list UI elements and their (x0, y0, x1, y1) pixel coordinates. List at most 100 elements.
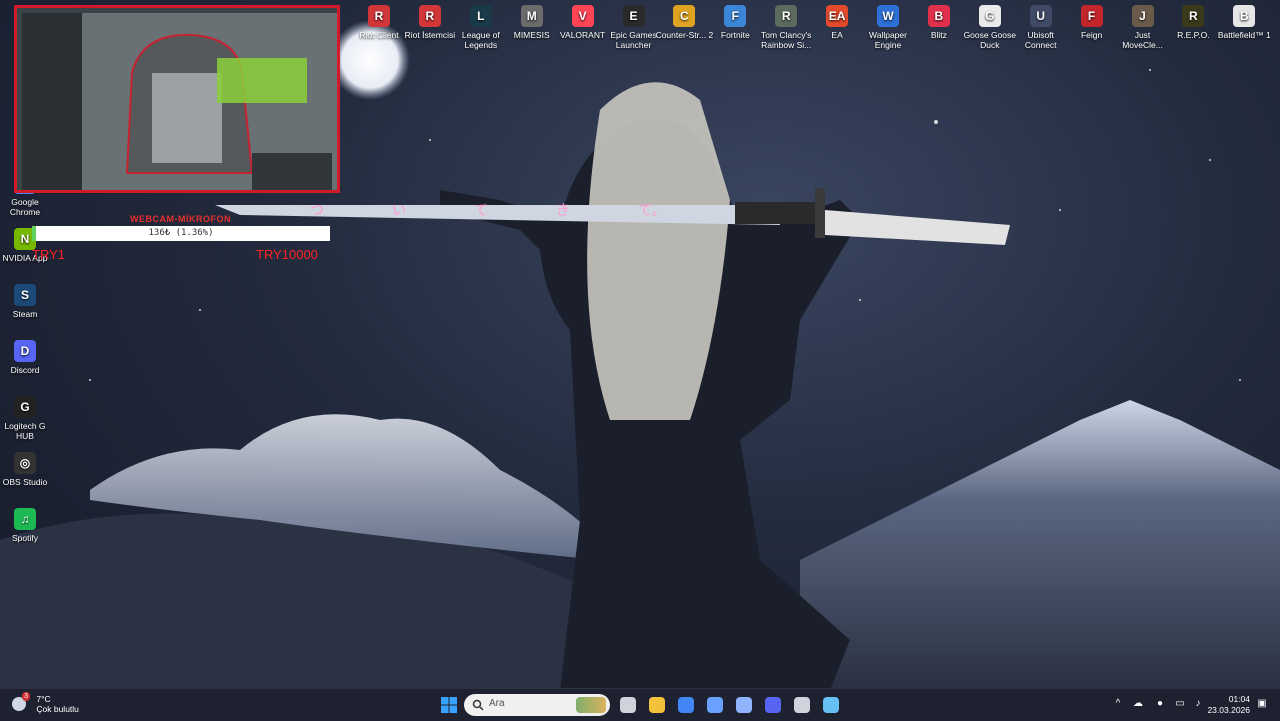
desktop-icon[interactable]: J Just MoveCle... (1114, 5, 1172, 50)
desktop-icon[interactable]: F Fortnite (706, 5, 764, 40)
desktop-icon-label: Ubisoft Connect (1024, 30, 1057, 50)
desktop-icon-label: Logitech G HUB (4, 421, 46, 441)
windows-icon (441, 697, 457, 713)
app-icon: U (1029, 5, 1052, 27)
desktop-icon-label: Battlefield™ 1 (1217, 30, 1271, 40)
desktop-icon[interactable]: G Goose Goose Duck (961, 5, 1019, 50)
taskbar-app-steam[interactable] (820, 694, 842, 716)
system-clock[interactable]: 01:04 23.03.2026 (1207, 694, 1250, 716)
donation-min-label: TRY1 (32, 247, 65, 262)
desktop-icon-label: Counter-Str... 2 (655, 30, 714, 40)
taskbar-app-task-view[interactable] (617, 694, 639, 716)
microphone-icon[interactable]: ● (1154, 698, 1166, 710)
volume-icon[interactable]: ♪ (1192, 698, 1204, 710)
desktop-icon-label: Wallpaper Engine (869, 30, 907, 50)
start-button[interactable] (438, 694, 460, 716)
donation-amount: 136₺ (1.36%) (148, 228, 214, 238)
desktop-icon[interactable]: R Riot İstemcisi (401, 5, 459, 40)
weather-desc: Çok bulutlu (36, 704, 79, 714)
desktop-icon[interactable]: C Counter-Str... 2 (655, 5, 713, 40)
app-icon: R (1182, 5, 1205, 27)
desktop-icon[interactable]: G Logitech G HUB (0, 396, 54, 441)
desktop-icon-label: Blitz (930, 30, 947, 40)
weather-badge: 3 (22, 692, 30, 701)
taskbar-app-discord[interactable] (762, 694, 784, 716)
desktop-icon[interactable]: S Steam (0, 284, 54, 319)
desktop-icon-label: Feign (1080, 30, 1103, 40)
desktop-icon-label: Discord (10, 365, 40, 375)
desktop-icon[interactable]: R R.E.P.O. (1164, 5, 1222, 40)
app-icon: L (469, 5, 492, 27)
app-icon: ◎ (14, 452, 36, 474)
clock-date: 23.03.2026 (1207, 705, 1250, 715)
app-icon: C (673, 5, 696, 27)
discord-icon (765, 697, 781, 713)
taskbar: 3 7°C Çok bulutlu Ara ^ ☁ ● ▭ ♪ 01:04 23… (0, 688, 1280, 721)
app-icon: R (368, 5, 390, 27)
desktop-icon-label: Riot Client (359, 30, 399, 40)
app-icon: R (418, 5, 441, 27)
taskbar-app-app-diamond[interactable] (704, 694, 726, 716)
desktop-icon[interactable]: B Battlefield™ 1 (1215, 5, 1273, 40)
app-icon: E (622, 5, 645, 27)
desktop-icon[interactable]: ◎ OBS Studio (0, 452, 54, 487)
app-icon: B (1233, 5, 1256, 27)
kana-char: て (474, 202, 488, 218)
taskbar-app-file-explorer[interactable] (646, 694, 668, 716)
onedrive-icon[interactable]: ☁ (1132, 698, 1144, 710)
weather-icon: 3 (12, 692, 30, 711)
taskbar-search[interactable]: Ara (464, 694, 610, 716)
kana-char: つ (310, 202, 324, 218)
desktop-icon-label: EA (831, 30, 843, 40)
desktop-icon[interactable]: EA EA (808, 5, 866, 40)
desktop-icon[interactable]: R Tom Clancy's Rainbow Si... (757, 5, 815, 50)
clock-time: 01:04 (1228, 694, 1250, 704)
desktop-icon-label: Just MoveCle... (1122, 30, 1163, 50)
app-icon: R (775, 5, 798, 27)
taskbar-app-obs[interactable] (791, 694, 813, 716)
app-icon: EA (826, 5, 849, 27)
desktop-icon-label: Fortnite (720, 30, 750, 40)
desktop-icon[interactable]: D Discord (0, 340, 54, 375)
desktop-icon-label: Steam (12, 309, 38, 319)
taskbar-app-chrome[interactable] (675, 694, 697, 716)
desktop-icon[interactable]: F Feign (1063, 5, 1121, 40)
desktop-icon-label: VALORANT (560, 30, 606, 40)
desktop-icon[interactable]: R Riot Client (350, 5, 408, 40)
desktop-icon[interactable]: L League of Legends (452, 5, 510, 50)
desktop-icon[interactable]: U Ubisoft Connect (1012, 5, 1070, 50)
app-icon: F (1080, 5, 1103, 27)
network-icon[interactable]: ▭ (1174, 698, 1186, 710)
app-icon: F (724, 5, 747, 27)
weather-widget[interactable]: 3 7°C Çok bulutlu (12, 692, 79, 714)
show-hidden-icons[interactable]: ^ (1112, 698, 1124, 710)
steam-icon (823, 697, 839, 713)
desktop-icon[interactable]: W Wallpaper Engine (859, 5, 917, 50)
search-highlight-icon (576, 697, 606, 713)
app-icon: ♫ (14, 508, 36, 530)
desktop-icon[interactable]: M MIMESIS (503, 5, 561, 40)
notification-icon[interactable]: ▣ (1256, 698, 1268, 710)
donation-progress-bar: 136₺ (1.36%) (32, 226, 330, 241)
desktop-icon[interactable]: B Blitz (910, 5, 968, 40)
desktop-icon-label: Tom Clancy's Rainbow Si... (761, 30, 812, 50)
taskbar-app-app-circles[interactable] (733, 694, 755, 716)
app-icon: G (14, 396, 36, 418)
app-diamond-icon (707, 697, 723, 713)
file-explorer-icon (649, 697, 665, 713)
desktop-icon[interactable]: V VALORANT (554, 5, 612, 40)
desktop-icon[interactable]: ♫ Spotify (0, 508, 54, 543)
search-icon (472, 699, 484, 711)
desktop-icon-label: OBS Studio (2, 477, 48, 487)
donation-max-label: TRY10000 (256, 247, 318, 262)
desktop-icon-label: Google Chrome (9, 197, 41, 217)
app-icon: M (520, 5, 543, 27)
kana-char: き (556, 202, 570, 218)
task-view-icon (620, 697, 636, 713)
app-icon: G (978, 5, 1001, 27)
desktop-icon[interactable]: E Epic Games Launcher (605, 5, 663, 50)
desktop-icon-label: Spotify (12, 533, 38, 543)
search-placeholder: Ara (489, 698, 505, 709)
app-icon: V (571, 5, 594, 27)
app-icon: D (14, 340, 36, 362)
